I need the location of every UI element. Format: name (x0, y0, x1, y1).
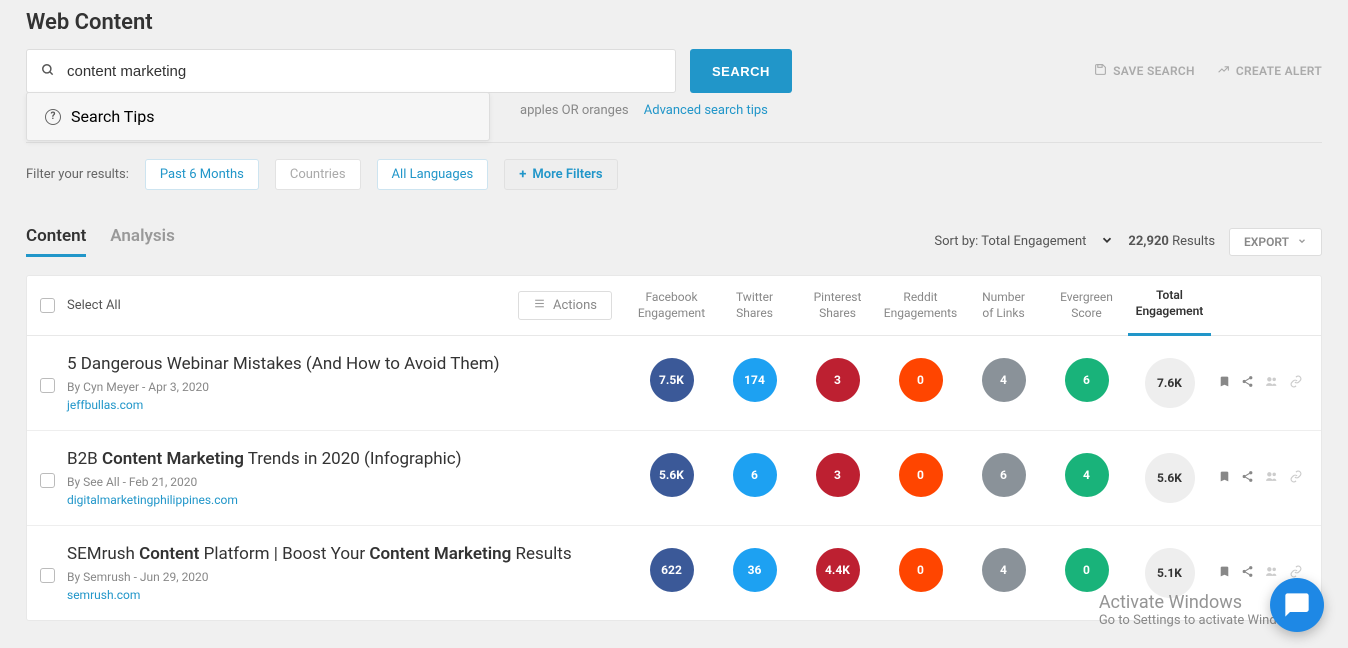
search-tips-popover[interactable]: ? Search Tips (26, 92, 490, 141)
results-label: Results (1172, 234, 1215, 249)
metric-reddit: 0 (899, 453, 943, 497)
result-title[interactable]: B2B Content Marketing Trends in 2020 (In… (67, 449, 610, 469)
sort-label: Sort by: Total Engagement (934, 234, 1086, 249)
result-title[interactable]: SEMrush Content Platform | Boost Your Co… (67, 544, 610, 564)
tab-content[interactable]: Content (26, 226, 86, 257)
metric-evergreen: 6 (1065, 358, 1109, 402)
filter-countries[interactable]: Countries (275, 159, 361, 190)
metric-reddit: 0 (899, 548, 943, 592)
select-all-checkbox[interactable] (40, 298, 55, 313)
table-row: 5 Dangerous Webinar Mistakes (And How to… (27, 336, 1321, 431)
col-facebook[interactable]: Facebook Engagement (630, 290, 713, 321)
results-count: 22,920 (1128, 234, 1169, 249)
search-input[interactable] (67, 63, 661, 80)
filter-label: Filter your results: (26, 167, 129, 182)
metric-facebook: 622 (650, 548, 694, 592)
metric-links: 4 (982, 358, 1026, 402)
link-icon[interactable] (1289, 470, 1303, 487)
chat-button[interactable] (1270, 578, 1324, 632)
metric-reddit: 0 (899, 358, 943, 402)
search-box[interactable] (26, 49, 676, 93)
filter-period[interactable]: Past 6 Months (145, 159, 259, 190)
metric-twitter: 36 (733, 548, 777, 592)
metric-links: 4 (982, 548, 1026, 592)
divider (26, 142, 1322, 143)
hint-text: apples OR oranges (520, 103, 629, 118)
result-meta: By Semrush - Jun 29, 2020 (67, 570, 610, 584)
tab-analysis[interactable]: Analysis (110, 226, 175, 257)
metric-total: 5.1K (1145, 548, 1195, 598)
more-filters-button[interactable]: + More Filters (504, 159, 617, 190)
metric-pinterest: 3 (816, 453, 860, 497)
share-icon[interactable] (1241, 565, 1254, 582)
chevron-down-icon[interactable] (1100, 233, 1114, 251)
save-search-button[interactable]: SAVE SEARCH (1094, 63, 1195, 79)
save-search-label: SAVE SEARCH (1113, 64, 1195, 78)
create-alert-button[interactable]: CREATE ALERT (1217, 63, 1322, 79)
chevron-down-icon (1297, 235, 1307, 249)
people-icon[interactable] (1264, 375, 1279, 392)
metric-twitter: 6 (733, 453, 777, 497)
col-total[interactable]: Total Engagement (1128, 276, 1211, 336)
table-row: B2B Content Marketing Trends in 2020 (In… (27, 431, 1321, 526)
people-icon[interactable] (1264, 565, 1279, 582)
metric-links: 6 (982, 453, 1026, 497)
save-icon (1094, 63, 1107, 79)
search-icon (41, 62, 55, 81)
result-domain[interactable]: digitalmarketingphilippines.com (67, 493, 610, 507)
result-meta: By See All - Feb 21, 2020 (67, 475, 610, 489)
help-icon: ? (45, 109, 61, 125)
bookmark-icon[interactable] (1218, 565, 1231, 582)
actions-label: Actions (553, 298, 597, 313)
share-icon[interactable] (1241, 375, 1254, 392)
col-links[interactable]: Number of Links (962, 290, 1045, 321)
results-table: Select All Actions Facebook Engagement T… (26, 275, 1322, 621)
select-all-label: Select All (67, 298, 137, 313)
row-checkbox[interactable] (40, 378, 55, 393)
search-button[interactable]: SEARCH (690, 49, 792, 93)
bookmark-icon[interactable] (1218, 375, 1231, 392)
metric-total: 7.6K (1145, 358, 1195, 408)
col-reddit[interactable]: Reddit Engagements (879, 290, 962, 321)
actions-button[interactable]: Actions (518, 291, 612, 320)
bookmark-icon[interactable] (1218, 470, 1231, 487)
row-checkbox[interactable] (40, 568, 55, 583)
metric-facebook: 5.6K (650, 453, 694, 497)
metric-pinterest: 3 (816, 358, 860, 402)
col-twitter[interactable]: Twitter Shares (713, 290, 796, 321)
share-icon[interactable] (1241, 470, 1254, 487)
filter-languages[interactable]: All Languages (377, 159, 489, 190)
link-icon[interactable] (1289, 375, 1303, 392)
export-label: EXPORT (1244, 235, 1289, 249)
page-title: Web Content (26, 0, 1322, 49)
advanced-search-link[interactable]: Advanced search tips (644, 103, 768, 118)
export-button[interactable]: EXPORT (1229, 228, 1322, 256)
people-icon[interactable] (1264, 470, 1279, 487)
table-header: Select All Actions Facebook Engagement T… (27, 276, 1321, 336)
col-evergreen[interactable]: Evergreen Score (1045, 290, 1128, 321)
search-tips-label: Search Tips (71, 107, 154, 126)
row-checkbox[interactable] (40, 473, 55, 488)
more-filters-label: More Filters (532, 167, 602, 182)
plus-icon: + (519, 167, 526, 182)
metric-facebook: 7.5K (650, 358, 694, 402)
create-alert-label: CREATE ALERT (1236, 64, 1322, 78)
metric-evergreen: 4 (1065, 453, 1109, 497)
chat-icon (1283, 591, 1311, 619)
result-title[interactable]: 5 Dangerous Webinar Mistakes (And How to… (67, 354, 610, 374)
alert-icon (1217, 63, 1230, 79)
metric-evergreen: 0 (1065, 548, 1109, 592)
col-pinterest[interactable]: Pinterest Shares (796, 290, 879, 321)
actions-icon (533, 298, 546, 313)
result-domain[interactable]: semrush.com (67, 588, 610, 602)
result-domain[interactable]: jeffbullas.com (67, 398, 610, 412)
metric-total: 5.6K (1145, 453, 1195, 503)
result-meta: By Cyn Meyer - Apr 3, 2020 (67, 380, 610, 394)
metric-twitter: 174 (733, 358, 777, 402)
metric-pinterest: 4.4K (816, 548, 860, 592)
